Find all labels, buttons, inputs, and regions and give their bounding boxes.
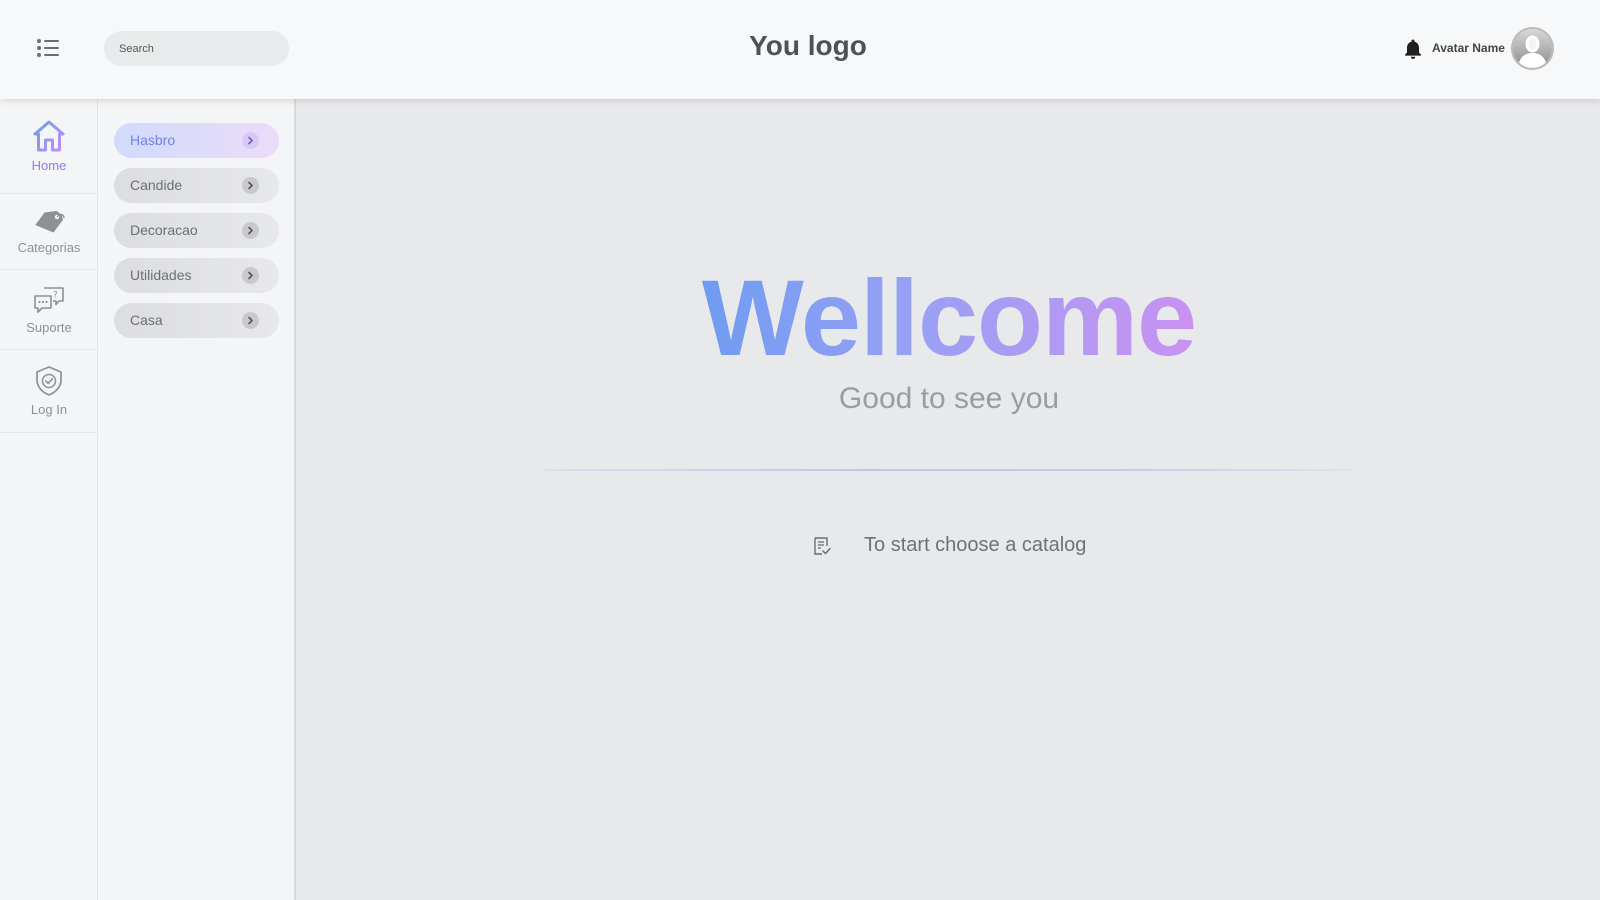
rail-item-suporte[interactable]: ? Suporte: [0, 270, 98, 350]
logo: You logo: [749, 30, 867, 61]
menu-list-icon[interactable]: [36, 38, 60, 58]
hint-text: To start choose a catalog: [864, 534, 1087, 556]
chevron-right-icon: [242, 312, 259, 329]
rail-item-label: Categorias: [17, 239, 81, 255]
avatar-name[interactable]: Avatar Name: [1432, 41, 1505, 55]
top-header: You logo Avatar Name: [0, 0, 1600, 99]
catalog-item-label: Casa: [130, 312, 163, 328]
chevron-right-icon: [242, 267, 259, 284]
catalog-item-hasbro[interactable]: Hasbro: [114, 123, 279, 158]
avatar[interactable]: [1513, 29, 1552, 68]
rail-item-categorias[interactable]: Categorias: [0, 194, 98, 270]
welcome-heading-wrap: Wellcome: [298, 257, 1600, 378]
hint-row: To start choose a catalog: [298, 534, 1600, 557]
catalog-item-decoracao[interactable]: Decoracao: [114, 213, 279, 248]
chevron-right-icon: [242, 132, 259, 149]
chevron-right-icon: [242, 177, 259, 194]
welcome-heading: Wellcome: [701, 257, 1197, 378]
main-content: Wellcome Good to see you To start choose…: [298, 99, 1600, 900]
catalog-item-label: Hasbro: [130, 132, 176, 148]
welcome-subtitle: Good to see you: [838, 382, 1060, 415]
icon-rail: Home Categorias ? Suporte Log In: [0, 99, 98, 900]
catalog-item-casa[interactable]: Casa: [114, 303, 279, 338]
chevron-right-icon: [242, 222, 259, 239]
rail-item-label: Home: [31, 158, 67, 173]
bell-icon[interactable]: [1403, 38, 1423, 60]
svg-text:?: ?: [53, 290, 58, 300]
catalog-item-label: Candide: [130, 177, 183, 193]
catalog-panel: Hasbro Candide Decoracao Utilidades Casa: [98, 99, 296, 900]
catalog-item-label: Utilidades: [130, 267, 192, 283]
tag-icon: [35, 210, 65, 232]
shield-check-icon: [36, 366, 62, 396]
catalog-item-utilidades[interactable]: Utilidades: [114, 258, 279, 293]
rail-item-login[interactable]: Log In: [0, 350, 98, 433]
catalog-item-label: Decoracao: [130, 222, 198, 238]
catalog-item-candide[interactable]: Candide: [114, 168, 279, 203]
rail-item-label: Log In: [30, 402, 68, 417]
support-chat-icon: ?: [34, 286, 64, 313]
checklist-icon: [812, 536, 832, 556]
rail-item-home[interactable]: Home: [0, 99, 98, 194]
divider: [545, 469, 1352, 471]
rail-item-label: Suporte: [26, 319, 72, 335]
home-icon: [33, 120, 65, 152]
search-input[interactable]: [104, 31, 289, 66]
